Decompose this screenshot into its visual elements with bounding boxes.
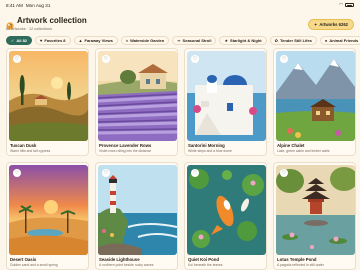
star-icon: ★ [224, 38, 229, 43]
water-icon: ≈ [125, 38, 129, 43]
artwork-card[interactable]: ♡ Provence Lavender Rows Violet rows rol… [95, 48, 178, 156]
status-icons: ◠ [339, 2, 354, 8]
chip-waterside-garden[interactable]: ≈ Waterside Garden [120, 36, 170, 45]
artwork-subtitle: Violet rows rolling into the distance [99, 149, 152, 153]
favorite-heart-icon[interactable]: ♡ [280, 55, 288, 63]
artwork-title: Tuscan Dusk [10, 143, 37, 148]
artwork-image: ♡ [9, 51, 88, 141]
leaf-icon: ❧ [177, 38, 181, 43]
chip-tender-still-lifes[interactable]: ✿ Tender Still Lifes [269, 36, 317, 45]
artwork-image: ♡ [276, 51, 355, 141]
battery-icon [345, 3, 354, 7]
artwork-title: Lotus Temple Pond [277, 257, 317, 262]
artwork-title: Santorini Morning [188, 143, 225, 148]
artwork-image: ♡ [9, 165, 88, 255]
artwork-card[interactable]: ♡ Seaside Lighthouse A northern point be… [95, 162, 178, 270]
chip-seasonal-stroll[interactable]: ❧ Seasonal Stroll [172, 36, 217, 45]
favorite-heart-icon[interactable]: ♡ [102, 169, 110, 177]
artwork-title: Quiet Koi Pond [188, 257, 220, 262]
favorite-heart-icon[interactable]: ♡ [191, 169, 199, 177]
artwork-title: Provence Lavender Rows [99, 143, 152, 148]
artwork-image: ♡ [98, 51, 177, 141]
artwork-card[interactable]: ♡ Desert Oasis Golden sand and a small s… [6, 162, 89, 270]
artwork-title: Seaside Lighthouse [99, 257, 140, 262]
artwork-subtitle: A northern point beside rocky waves [99, 263, 154, 267]
artwork-image: ♡ [187, 165, 266, 255]
artwork-subtitle: Golden sand and a small spring [10, 263, 58, 267]
status-date: Mon Aug 31 [25, 2, 51, 8]
artwork-card[interactable]: ♡ Alpine Chalet Lake, green cabin and ti… [273, 48, 356, 156]
artwork-subtitle: Koi beneath the leaves [188, 263, 223, 267]
artwork-card[interactable]: ♡ Quiet Koi Pond Koi beneath the leaves [184, 162, 267, 270]
status-time: 8:41 AM [6, 2, 23, 8]
artwork-card[interactable]: ♡ Lotus Temple Pond A pagoda reflected i… [273, 162, 356, 270]
artwork-card[interactable]: ♡ Santorini Morning White steps and a bl… [184, 48, 267, 156]
artwork-image: ♡ [187, 51, 266, 141]
favorite-heart-icon[interactable]: ♡ [13, 55, 21, 63]
artwork-subtitle: Warm hills and tall cypress [10, 149, 51, 153]
paw-icon: ● [324, 38, 328, 43]
mountain-icon: ▲ [78, 38, 83, 43]
artwork-title: Desert Oasis [10, 257, 37, 262]
page-subtitle: 82 artworks · 12 collections [6, 26, 53, 31]
favorite-heart-icon[interactable]: ♡ [102, 55, 110, 63]
chip-all[interactable]: ✓ All 82 [6, 36, 33, 45]
artwork-card[interactable]: ♡ Tuscan Dusk Warm hills and tall cypres… [6, 48, 89, 156]
artwork-subtitle: A pagoda reflected in still water [277, 263, 324, 267]
chip-faraway-views[interactable]: ▲ Faraway Views [73, 36, 118, 45]
palette-icon [6, 17, 14, 30]
star-icon: ✦ [313, 22, 318, 27]
artwork-subtitle: Lake, green cabin and timber walls [277, 149, 330, 153]
heart-icon: ♥ [40, 38, 43, 43]
check-icon: ✓ [11, 38, 15, 43]
status-bar: 8:41 AM Mon Aug 31 ◠ [0, 0, 360, 10]
chip-starlight-night[interactable]: ★ Starlight & Night [219, 36, 267, 45]
favorite-heart-icon[interactable]: ♡ [280, 169, 288, 177]
artwork-subtitle: White steps and a blue dome [188, 149, 232, 153]
chip-favorites[interactable]: ♥ Favorites 8 [35, 36, 71, 45]
collection-filter-chips: ✓ All 82 ♥ Favorites 8 ▲ Faraway Views ≈ Wat… [6, 36, 360, 46]
artworks-count-label: Artworks 6262 [319, 22, 348, 27]
favorite-heart-icon[interactable]: ♡ [13, 169, 21, 177]
page-header: Artwork collection 82 artworks · 12 coll… [6, 16, 354, 34]
artwork-image: ♡ [276, 165, 355, 255]
favorite-heart-icon[interactable]: ♡ [191, 55, 199, 63]
artworks-count-button[interactable]: ✦ Artworks 6262 [307, 19, 354, 30]
artwork-image: ♡ [98, 165, 177, 255]
artwork-title: Alpine Chalet [277, 143, 305, 148]
chip-animal-friends[interactable]: ● Animal Friends [319, 36, 360, 45]
artwork-grid: ♡ Tuscan Dusk Warm hills and tall cypres… [6, 48, 360, 270]
page-title: Artwork collection [17, 16, 87, 25]
flower-icon: ✿ [274, 38, 278, 43]
wifi-icon: ◠ [338, 2, 343, 7]
